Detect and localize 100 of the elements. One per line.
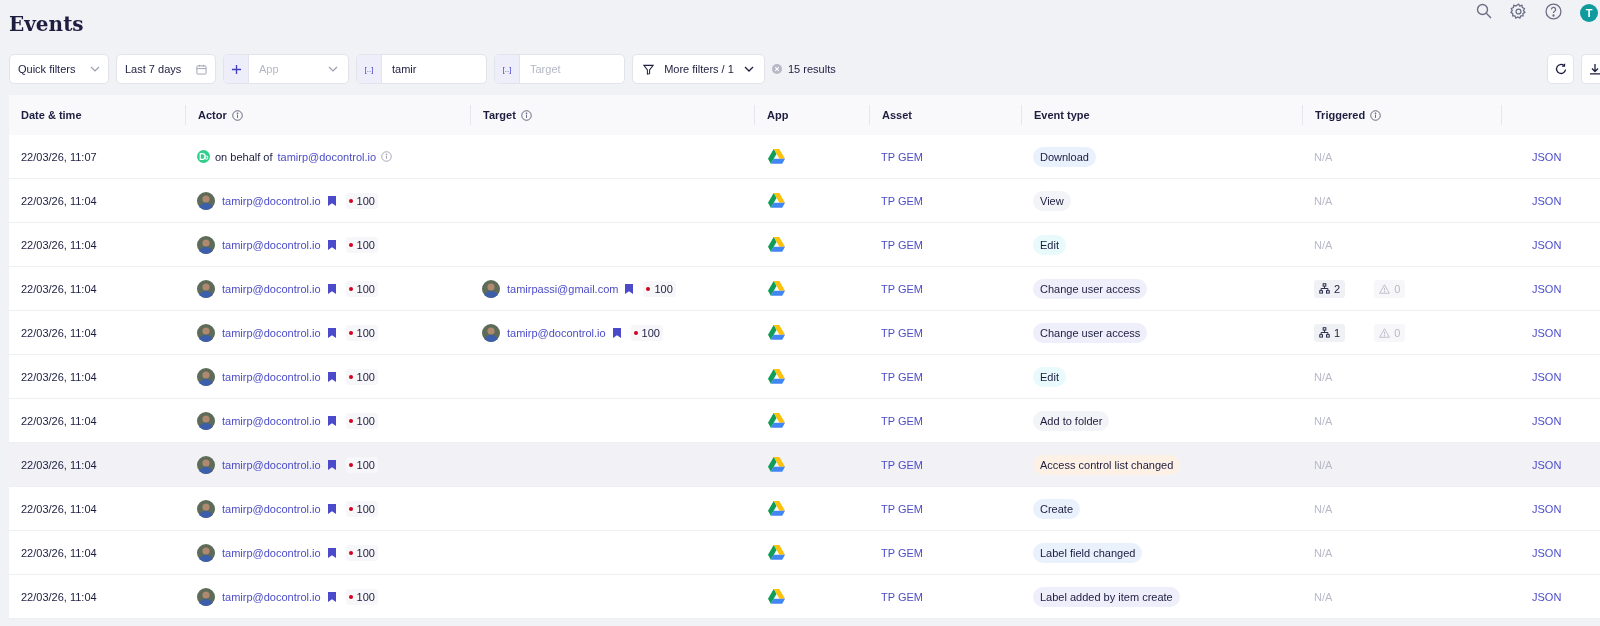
more-filters-button[interactable]: More filters / 1 [632,54,765,84]
not-available-text: N/A [1314,458,1333,471]
asset-link[interactable]: TP GEM [881,546,923,559]
risk-dot-icon [348,550,353,555]
not-available-text: N/A [1314,590,1333,603]
user-email-link[interactable]: tamirp@docontrol.io [222,370,321,383]
user-email-link[interactable]: tamirp@docontrol.io [277,150,377,163]
asset-link[interactable]: TP GEM [881,370,923,383]
calendar-icon [196,63,207,75]
bookmark-icon [327,459,336,470]
asset-link[interactable]: TP GEM [881,326,923,339]
placeholder-text: App [259,63,279,75]
asset-link[interactable]: TP GEM [881,194,923,207]
not-available-text: N/A [1314,502,1333,515]
not-available-text: N/A [1314,414,1333,427]
asset-link[interactable]: TP GEM [881,238,923,251]
event-type-tag: Change user access [1033,278,1148,299]
risk-score: 100 [345,192,378,209]
affected-count[interactable]: 2 [1314,279,1346,298]
settings-icon[interactable] [1510,2,1527,20]
add-button[interactable] [224,55,249,83]
user-email-link[interactable]: tamirp@docontrol.io [222,458,321,471]
logo-icon [197,150,210,163]
table-row[interactable]: 22/03/26, 11:04 tamirp@docontrol.io 100 TP GEM Access control list changed N/A JSON [9,443,1600,487]
json-link[interactable]: JSON [1532,590,1562,603]
json-link[interactable]: JSON [1532,414,1562,427]
date-cell: 22/03/26, 11:04 [21,370,97,383]
risk-score: 100 [345,544,378,561]
date-cell: 22/03/26, 11:07 [21,150,97,163]
date-cell: 22/03/26, 11:04 [21,414,97,427]
bookmark-icon [327,327,336,338]
json-link[interactable]: JSON [1532,546,1562,559]
user-email-link[interactable]: tamirp@docontrol.io [222,194,321,207]
not-available-text: N/A [1314,238,1333,251]
bookmark-icon [625,283,634,294]
text-field[interactable]: tamir [382,63,486,75]
warning-icon [1379,327,1391,338]
asset-link[interactable]: TP GEM [881,150,923,163]
asset-link[interactable]: TP GEM [881,502,923,515]
risk-dot-icon [646,286,651,291]
refresh-icon [1554,63,1567,75]
user-email-link[interactable]: tamirpassi@gmail.com [507,282,619,295]
json-link[interactable]: JSON [1532,282,1562,295]
column-header: App [767,109,789,121]
help-icon[interactable] [1545,2,1562,20]
column-header: Date & time [21,109,82,121]
asset-link[interactable]: TP GEM [881,458,923,471]
download-button[interactable] [1581,54,1600,84]
json-link[interactable]: JSON [1532,194,1562,207]
event-type-tag: Change user access [1033,322,1148,343]
json-link[interactable]: JSON [1532,326,1562,339]
json-link[interactable]: JSON [1532,370,1562,383]
bookmark-icon [327,547,336,558]
drive-icon [768,193,785,208]
risk-score: 100 [345,456,378,473]
user-email-link[interactable]: tamirp@docontrol.io [222,546,321,559]
event-type-tag: Edit [1033,366,1066,387]
date-cell: 22/03/26, 11:04 [21,282,97,295]
event-type-tag: Label field changed [1033,542,1143,563]
avatar-icon [197,235,215,254]
avatar-icon [482,323,500,342]
info-icon[interactable] [231,109,243,121]
json-link[interactable]: JSON [1532,238,1562,251]
risk-dot-icon [348,594,353,599]
avatar-icon [197,499,215,518]
risk-score: 100 [345,368,378,385]
event-type-tag: Edit [1033,234,1066,255]
asset-link[interactable]: TP GEM [881,414,923,427]
date-cell: 22/03/26, 11:04 [21,194,97,207]
info-icon[interactable] [520,109,532,121]
date-range-picker[interactable]: Last 7 days [116,54,216,84]
bookmark-icon [327,239,336,250]
json-link[interactable]: JSON [1532,458,1562,471]
quick-filters-dropdown[interactable]: Quick filters [9,54,109,84]
json-link[interactable]: JSON [1532,150,1562,163]
risk-score: 100 [345,280,378,297]
chevron-down-icon [90,66,100,72]
drive-icon [768,545,785,560]
asset-link[interactable]: TP GEM [881,590,923,603]
json-link[interactable]: JSON [1532,502,1562,515]
user-email-link[interactable]: tamirp@docontrol.io [222,238,321,251]
user-email-link[interactable]: tamirp@docontrol.io [222,414,321,427]
bookmark-icon [327,371,336,382]
asset-link[interactable]: TP GEM [881,282,923,295]
event-type-tag: View [1033,190,1071,211]
column-header: Triggered [1315,109,1366,121]
affected-count[interactable]: 1 [1314,323,1346,342]
plus-icon [230,63,242,75]
actor-text: on behalf of [215,150,273,163]
risk-dot-icon [348,462,353,467]
user-email-link[interactable]: tamirp@docontrol.io [222,590,321,603]
date-range-label: Last 7 days [125,63,182,75]
info-icon[interactable] [1370,109,1382,121]
refresh-button[interactable] [1547,54,1574,84]
user-email-link[interactable]: tamirp@docontrol.io [222,326,321,339]
drive-icon [768,369,785,384]
user-email-link[interactable]: tamirp@docontrol.io [507,326,606,339]
search-icon[interactable] [1476,3,1492,19]
user-email-link[interactable]: tamirp@docontrol.io [222,282,321,295]
user-email-link[interactable]: tamirp@docontrol.io [222,502,321,515]
